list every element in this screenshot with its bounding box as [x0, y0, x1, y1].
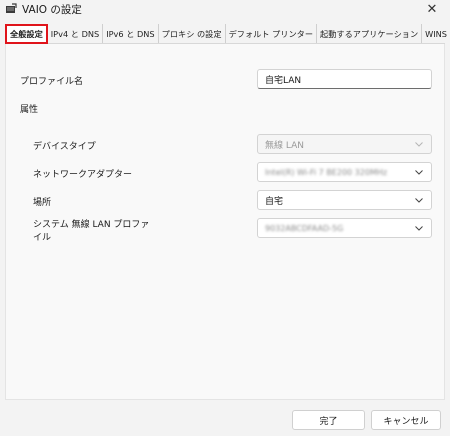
app-icon — [6, 3, 17, 13]
wireless-profile-label-line2: イル — [33, 233, 52, 243]
title-bar: VAIO の設定 ✕ — [0, 0, 450, 18]
wireless-profile-label-line1: システム 無線 LAN プロファ — [33, 220, 150, 230]
ok-button[interactable]: 完了 — [292, 410, 365, 430]
tab-label: デフォルト プリンター — [228, 28, 314, 39]
cancel-button-label: キャンセル — [383, 416, 429, 427]
tab-label: IPv6 と DNS — [106, 28, 155, 39]
attributes-heading: 属性 — [20, 105, 39, 115]
chevron-down-icon — [411, 191, 427, 209]
close-icon: ✕ — [426, 1, 438, 17]
cancel-button[interactable]: キャンセル — [371, 410, 441, 430]
tab-bar: 全般設定 IPv4 と DNS IPv6 と DNS プロキシ の設定 デフォル… — [5, 24, 450, 44]
tab-ipv6-dns[interactable]: IPv6 と DNS — [103, 24, 159, 43]
chevron-down-icon — [411, 163, 427, 181]
chevron-down-icon — [411, 135, 427, 153]
profile-name-value: 自宅LAN — [265, 75, 302, 86]
tab-label: WINS — [425, 28, 447, 39]
window-title: VAIO の設定 — [22, 4, 82, 16]
settings-dialog: VAIO の設定 ✕ 全般設定 IPv4 と DNS IPv6 と DNS プロ… — [0, 0, 450, 436]
general-settings-panel: プロファイル名 自宅LAN 属性 デバイスタイプ 無線 LAN ネットワークアダ… — [5, 44, 445, 400]
location-value: 自宅 — [265, 196, 284, 207]
network-adapter-value: Intel(R) Wi-Fi 7 BE200 320MHz — [265, 167, 388, 177]
device-type-label: デバイスタイプ — [33, 142, 96, 152]
profile-name-label: プロファイル名 — [20, 77, 84, 87]
network-adapter-select[interactable]: Intel(R) Wi-Fi 7 BE200 320MHz — [257, 162, 432, 182]
tab-label: 起動するアプリケーション — [320, 28, 419, 39]
profile-name-input[interactable]: 自宅LAN — [257, 69, 432, 89]
device-type-value: 無線 LAN — [265, 140, 304, 151]
tab-label: IPv4 と DNS — [50, 28, 100, 39]
tab-ipv4-dns[interactable]: IPv4 と DNS — [48, 24, 104, 43]
location-select[interactable]: 自宅 — [257, 190, 432, 210]
tab-startup-apps[interactable]: 起動するアプリケーション — [317, 24, 423, 43]
close-button[interactable]: ✕ — [423, 0, 441, 18]
network-adapter-label: ネットワークアダプター — [33, 170, 133, 180]
tab-proxy[interactable]: プロキシ の設定 — [159, 24, 226, 43]
tab-general[interactable]: 全般設定 — [5, 24, 48, 44]
wireless-profile-value: 9032ABCDFAAD-5G — [265, 223, 344, 233]
chevron-down-icon — [411, 219, 427, 237]
ok-button-label: 完了 — [319, 416, 338, 427]
tab-label: プロキシ の設定 — [161, 28, 222, 39]
wireless-profile-select[interactable]: 9032ABCDFAAD-5G — [257, 218, 432, 238]
tab-label: 全般設定 — [10, 29, 43, 39]
location-label: 場所 — [33, 198, 52, 208]
tab-default-printer[interactable]: デフォルト プリンター — [226, 24, 318, 43]
device-type-select: 無線 LAN — [257, 134, 432, 154]
tab-wins[interactable]: WINS — [422, 24, 450, 43]
